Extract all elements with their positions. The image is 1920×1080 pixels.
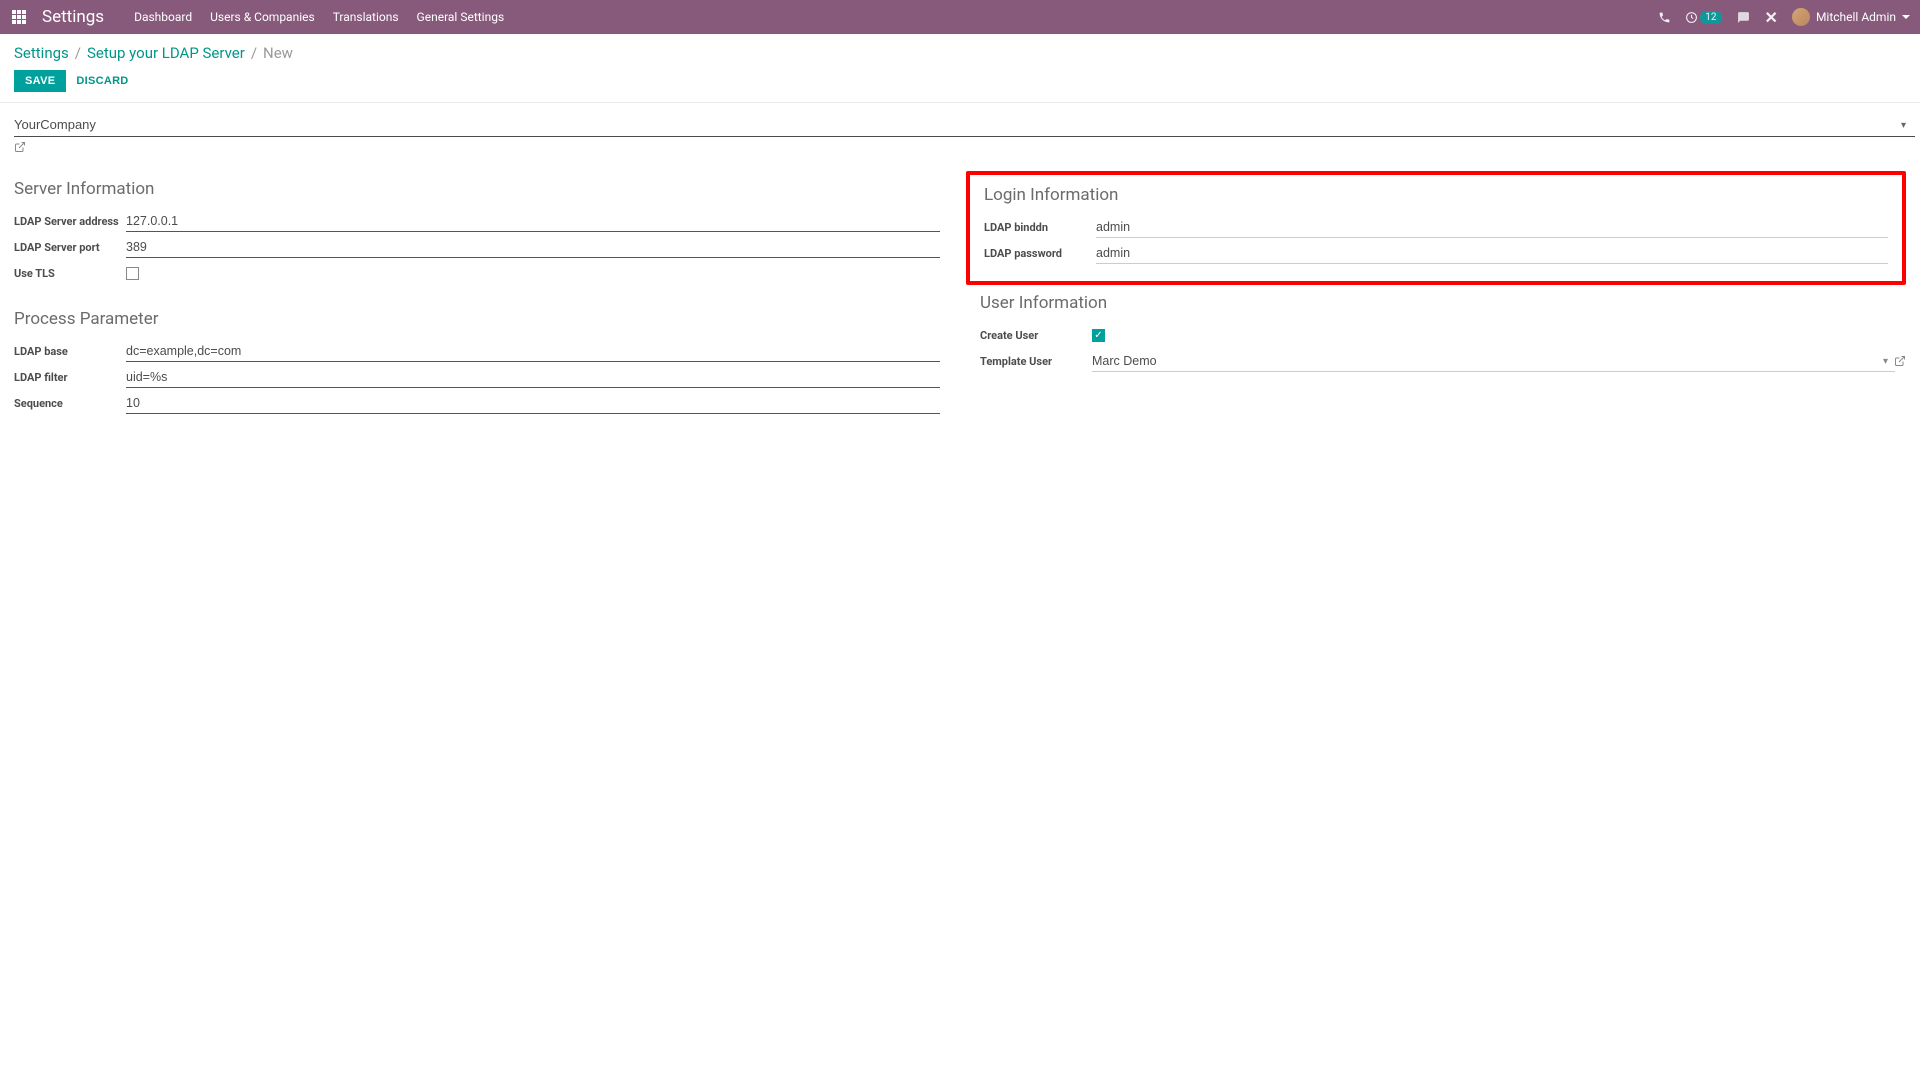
discard-button[interactable]: DISCARD (76, 75, 128, 87)
external-link-icon[interactable] (14, 141, 26, 153)
ldap-password-input[interactable] (1096, 243, 1888, 264)
ldap-base-input[interactable] (126, 341, 940, 362)
menu-dashboard[interactable]: Dashboard (134, 10, 192, 24)
conversations-icon[interactable] (1736, 11, 1751, 24)
avatar (1792, 8, 1810, 26)
breadcrumb-current: New (263, 44, 293, 62)
create-user-checkbox[interactable]: ✓ (1092, 329, 1105, 342)
ldap-address-input[interactable] (126, 211, 940, 232)
menu-general-settings[interactable]: General Settings (417, 10, 505, 24)
ldap-port-input[interactable] (126, 237, 940, 258)
sequence-label: Sequence (14, 397, 126, 410)
external-link-icon[interactable] (1894, 355, 1906, 367)
use-tls-label: Use TLS (14, 267, 126, 280)
phone-icon[interactable] (1658, 11, 1671, 24)
user-menu[interactable]: Mitchell Admin (1792, 8, 1910, 26)
ldap-base-label: LDAP base (14, 345, 126, 358)
activity-badge: 12 (1700, 11, 1721, 24)
template-user-input[interactable] (1092, 351, 1895, 372)
apps-icon[interactable] (10, 8, 28, 26)
activity-icon[interactable]: 12 (1685, 11, 1721, 24)
user-info-heading: User Information (980, 293, 1906, 313)
menu-users-companies[interactable]: Users & Companies (210, 10, 315, 24)
use-tls-checkbox[interactable] (126, 267, 139, 280)
server-info-heading: Server Information (14, 179, 940, 199)
user-name: Mitchell Admin (1816, 10, 1896, 24)
ldap-port-label: LDAP Server port (14, 241, 126, 254)
menu-translations[interactable]: Translations (333, 10, 399, 24)
chevron-down-icon (1902, 15, 1910, 19)
navbar-menu: Dashboard Users & Companies Translations… (134, 10, 504, 24)
login-info-highlight: Login Information LDAP binddn LDAP passw… (966, 171, 1906, 285)
ldap-filter-input[interactable] (126, 367, 940, 388)
close-icon[interactable]: ✕ (1765, 8, 1778, 27)
ldap-binddn-label: LDAP binddn (984, 221, 1096, 234)
app-brand: Settings (42, 7, 104, 27)
action-bar: SAVE DISCARD (0, 66, 1920, 102)
company-field[interactable] (14, 113, 1915, 137)
ldap-address-label: LDAP Server address (14, 215, 126, 228)
template-user-label: Template User (980, 355, 1092, 368)
save-button[interactable]: SAVE (14, 70, 66, 92)
chevron-down-icon[interactable]: ▾ (1883, 356, 1888, 367)
process-param-heading: Process Parameter (14, 309, 940, 329)
ldap-filter-label: LDAP filter (14, 371, 126, 384)
login-info-heading: Login Information (984, 185, 1888, 205)
ldap-binddn-input[interactable] (1096, 217, 1888, 238)
breadcrumb-root[interactable]: Settings (14, 44, 69, 62)
ldap-password-label: LDAP password (984, 247, 1096, 260)
main-navbar: Settings Dashboard Users & Companies Tra… (0, 0, 1920, 34)
breadcrumb: Settings / Setup your LDAP Server / New (0, 34, 1920, 66)
create-user-label: Create User (980, 329, 1092, 342)
sequence-input[interactable] (126, 393, 940, 414)
form-sheet: ▾ Server Information LDAP Server address… (0, 103, 1920, 437)
chevron-down-icon[interactable]: ▾ (1901, 120, 1906, 131)
breadcrumb-mid[interactable]: Setup your LDAP Server (87, 44, 245, 62)
